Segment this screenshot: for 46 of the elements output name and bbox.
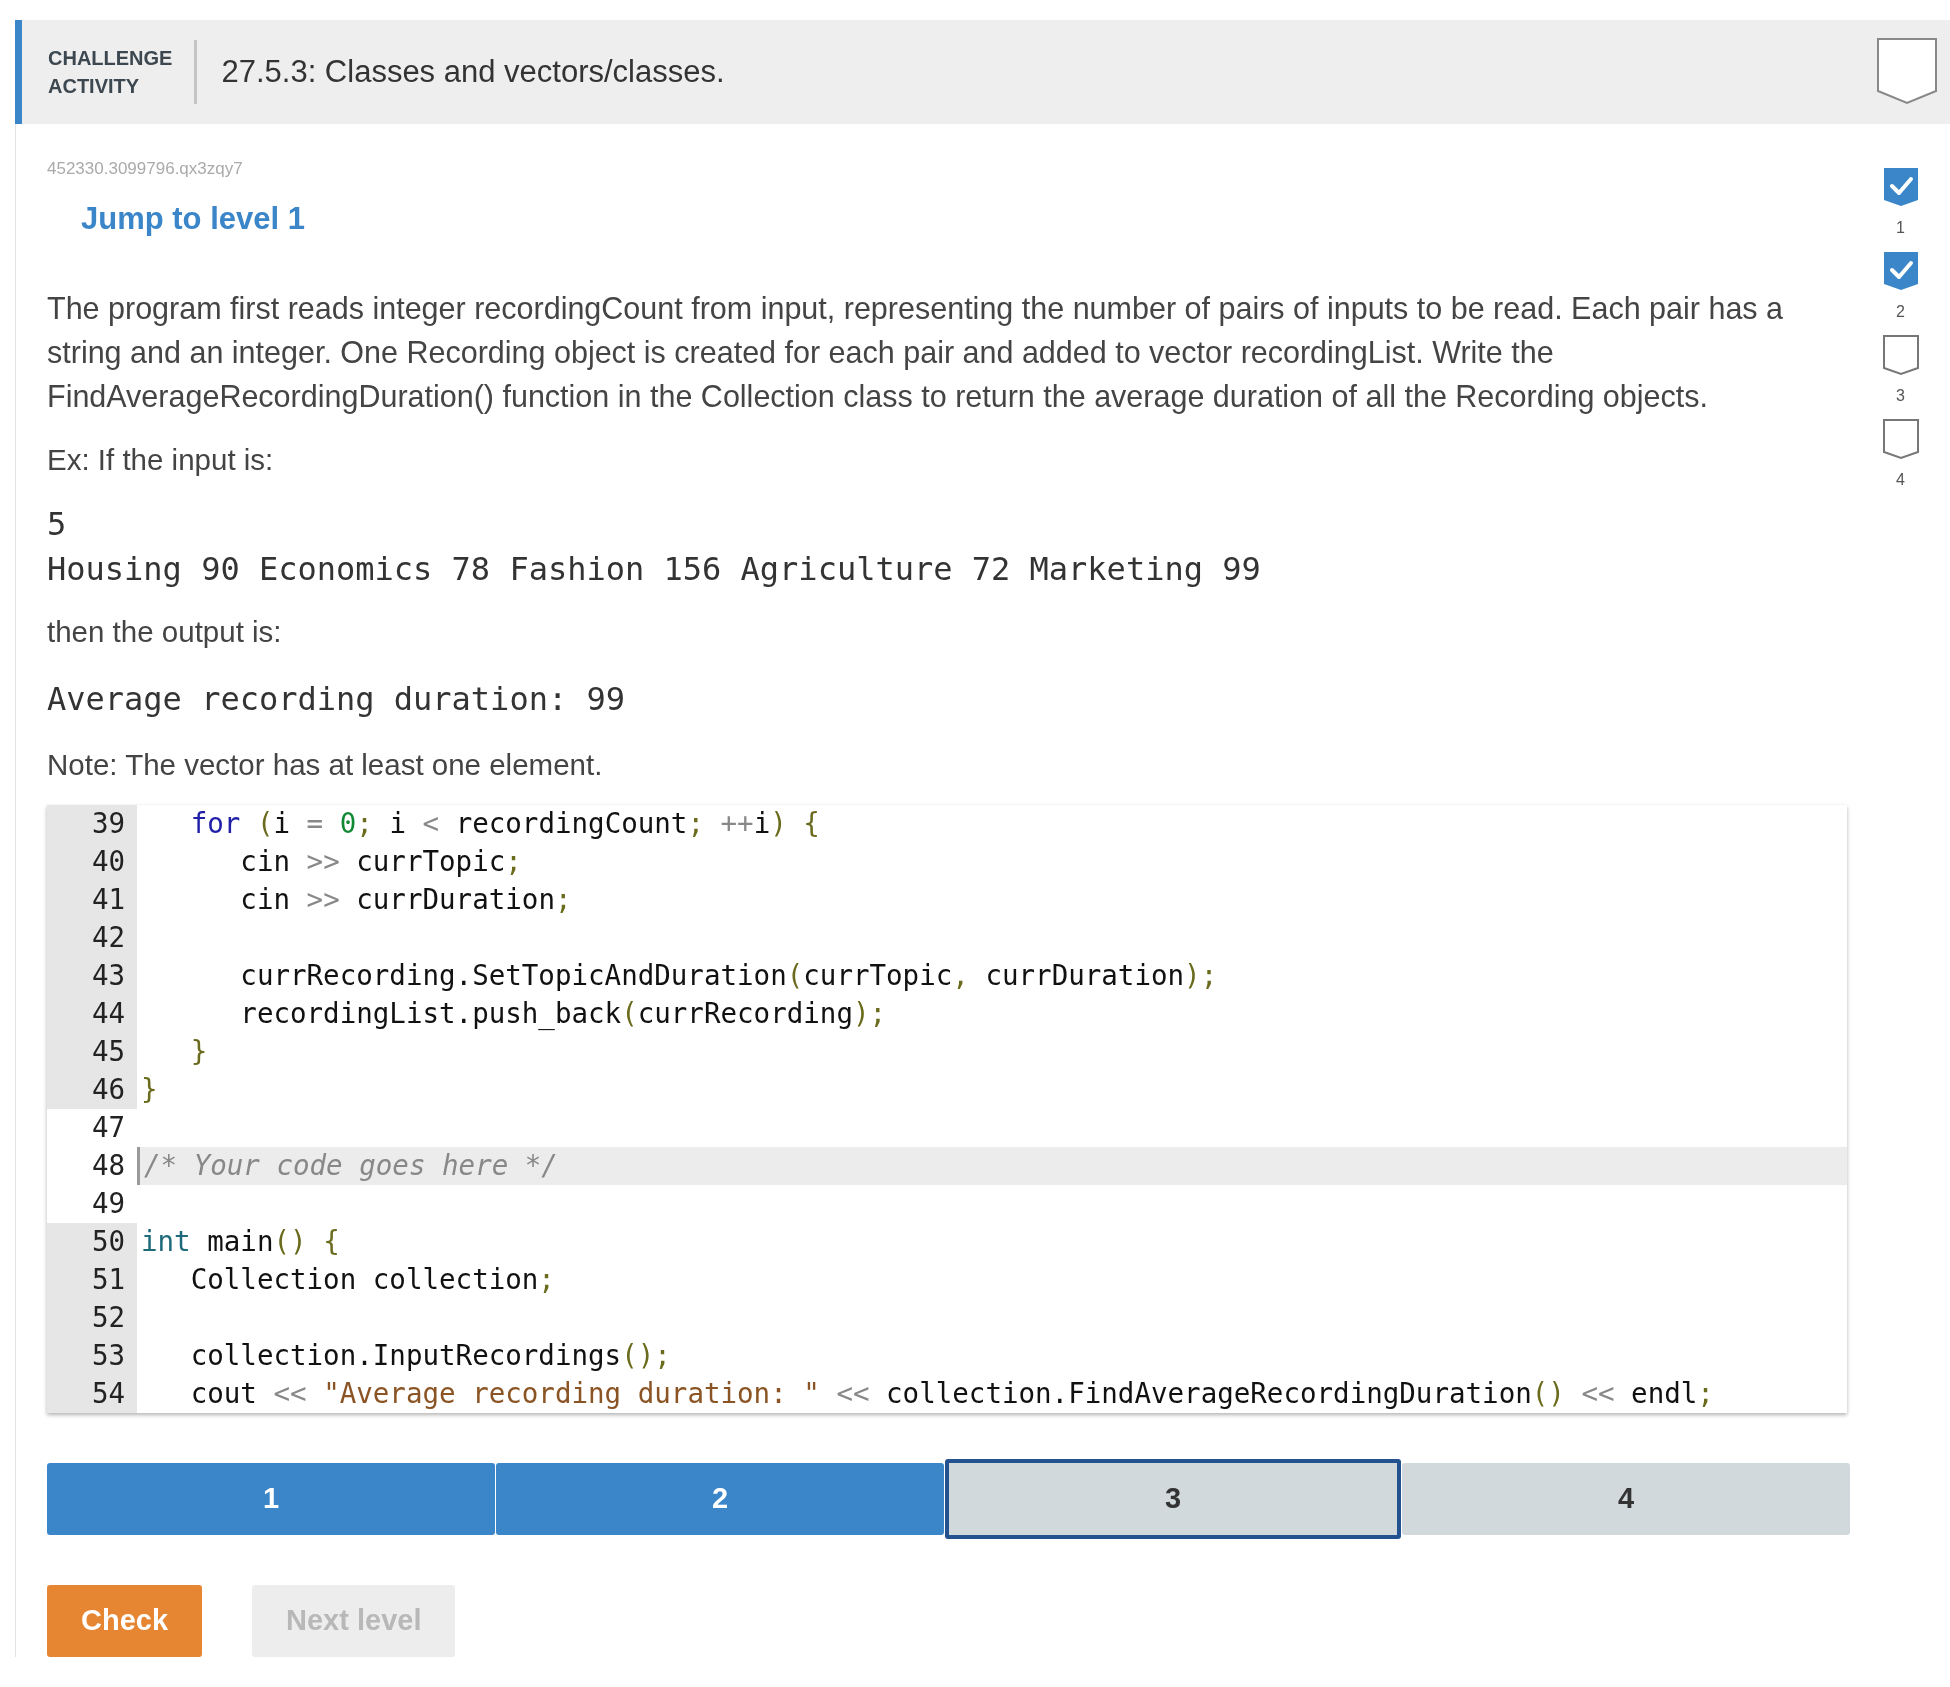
activity-type-label: CHALLENGE — [48, 46, 173, 71]
code-line: cin >> currDuration; — [239, 882, 573, 918]
level-number: 1 — [1896, 218, 1905, 238]
line-number: 40 — [47, 842, 137, 881]
line-number: 53 — [47, 1336, 137, 1375]
activity-type-label: ACTIVITY — [48, 74, 141, 99]
level-number: 3 — [1896, 386, 1905, 406]
example-output: Average recording duration: 99 — [47, 678, 626, 720]
output-intro: then the output is: — [47, 614, 283, 651]
line-number: 54 — [47, 1374, 137, 1413]
activity-id: 452330.3099796.qx3zqy7 — [47, 158, 244, 180]
line-number: 51 — [47, 1260, 137, 1299]
example-intro: Ex: If the input is: — [47, 442, 275, 478]
level-number: 4 — [1896, 470, 1905, 490]
code-line: cout << "Average recording duration: " << collection.FindAverageRecordingDuration() << endl; — [189, 1376, 1715, 1412]
code-line: int main() { — [140, 1224, 341, 1260]
code-line: for (i = 0; i < recordingCount; ++i) { — [189, 806, 821, 842]
code-line: } — [140, 1072, 159, 1108]
line-number: 41 — [47, 880, 137, 919]
line-number: 50 — [47, 1222, 137, 1261]
level-number: 2 — [1896, 302, 1905, 322]
description-paragraph: The program first reads integer recordingCount from input, representing the number of pairs of inputs to be read. Each pair has a string and an integer. One Recording object is created for each pair and added to vector recordingList. Write the FindAverageRecordingDuration() function in the Collection class to return the average duration of all the Recording objects. — [47, 290, 1785, 416]
example-input-line: Housing 90 Economics 78 Fashion 156 Agriculture 72 Marketing 99 — [47, 549, 1262, 591]
code-line: recordingList.push_back(currRecording); — [239, 996, 888, 1032]
code-line: currRecording.SetTopicAndDuration(currTopic, currDuration); — [239, 958, 1219, 994]
check-button[interactable]: Check — [47, 1584, 203, 1657]
code-line: } — [189, 1034, 209, 1070]
line-number: 43 — [47, 956, 137, 995]
level-tab[interactable]: 1 — [47, 1462, 495, 1535]
level-tab[interactable]: 2 — [496, 1462, 944, 1535]
line-number: 45 — [47, 1032, 137, 1071]
note-text: Note: The vector has at least one element. — [47, 746, 604, 783]
activity-title: 27.5.3: Classes and vectors/classes. — [221, 52, 725, 91]
line-number: 52 — [47, 1298, 137, 1337]
level-tab[interactable]: 3 — [945, 1458, 1401, 1539]
example-input-line: 5 — [47, 504, 68, 546]
line-number: 44 — [47, 994, 137, 1033]
code-line: collection.InputRecordings(); — [189, 1338, 672, 1374]
code-line: cin >> currTopic; — [239, 844, 523, 880]
line-number: 39 — [47, 804, 137, 843]
level-tab[interactable]: 4 — [1402, 1462, 1850, 1535]
code-editor[interactable] — [47, 804, 1847, 1413]
line-number: 46 — [47, 1070, 137, 1109]
code-line: Collection collection; — [189, 1262, 556, 1298]
jump-to-level-link[interactable]: Jump to level 1 — [81, 195, 1831, 242]
line-number: 42 — [47, 918, 137, 957]
